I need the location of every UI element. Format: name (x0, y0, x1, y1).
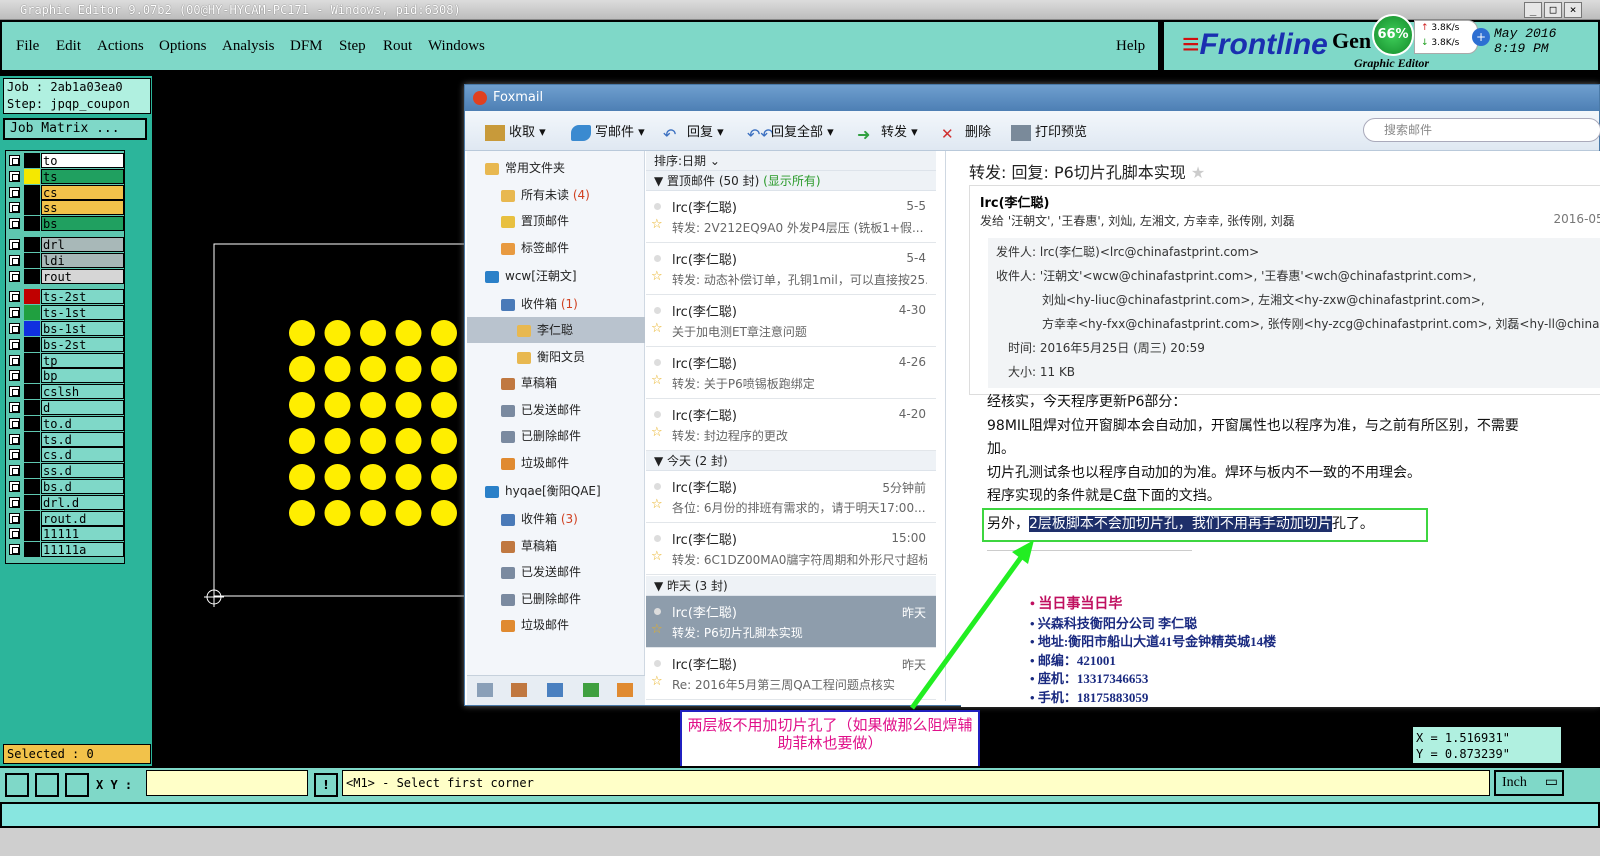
xy-label: X Y : (96, 778, 133, 792)
command-prompt: <M1> - Select first corner (342, 770, 1490, 796)
alert-icon[interactable]: ! (314, 773, 338, 797)
status-bar (0, 802, 1600, 828)
coordinate-readout: X = 1.516931" Y = 0.873239" (1412, 726, 1562, 764)
coord-x: X = 1.516931" (1416, 731, 1510, 745)
unit-selector[interactable]: Inch ▭ (1494, 770, 1564, 796)
zoom-tool-icon[interactable] (5, 773, 29, 797)
xy-input[interactable] (146, 770, 308, 796)
dropdown-icon: ▭ (1544, 775, 1558, 790)
grid-icon[interactable] (65, 773, 89, 797)
measure-tool-icon[interactable] (35, 773, 59, 797)
taskbar (0, 828, 1600, 856)
coord-y: Y = 0.873239" (1416, 747, 1510, 761)
